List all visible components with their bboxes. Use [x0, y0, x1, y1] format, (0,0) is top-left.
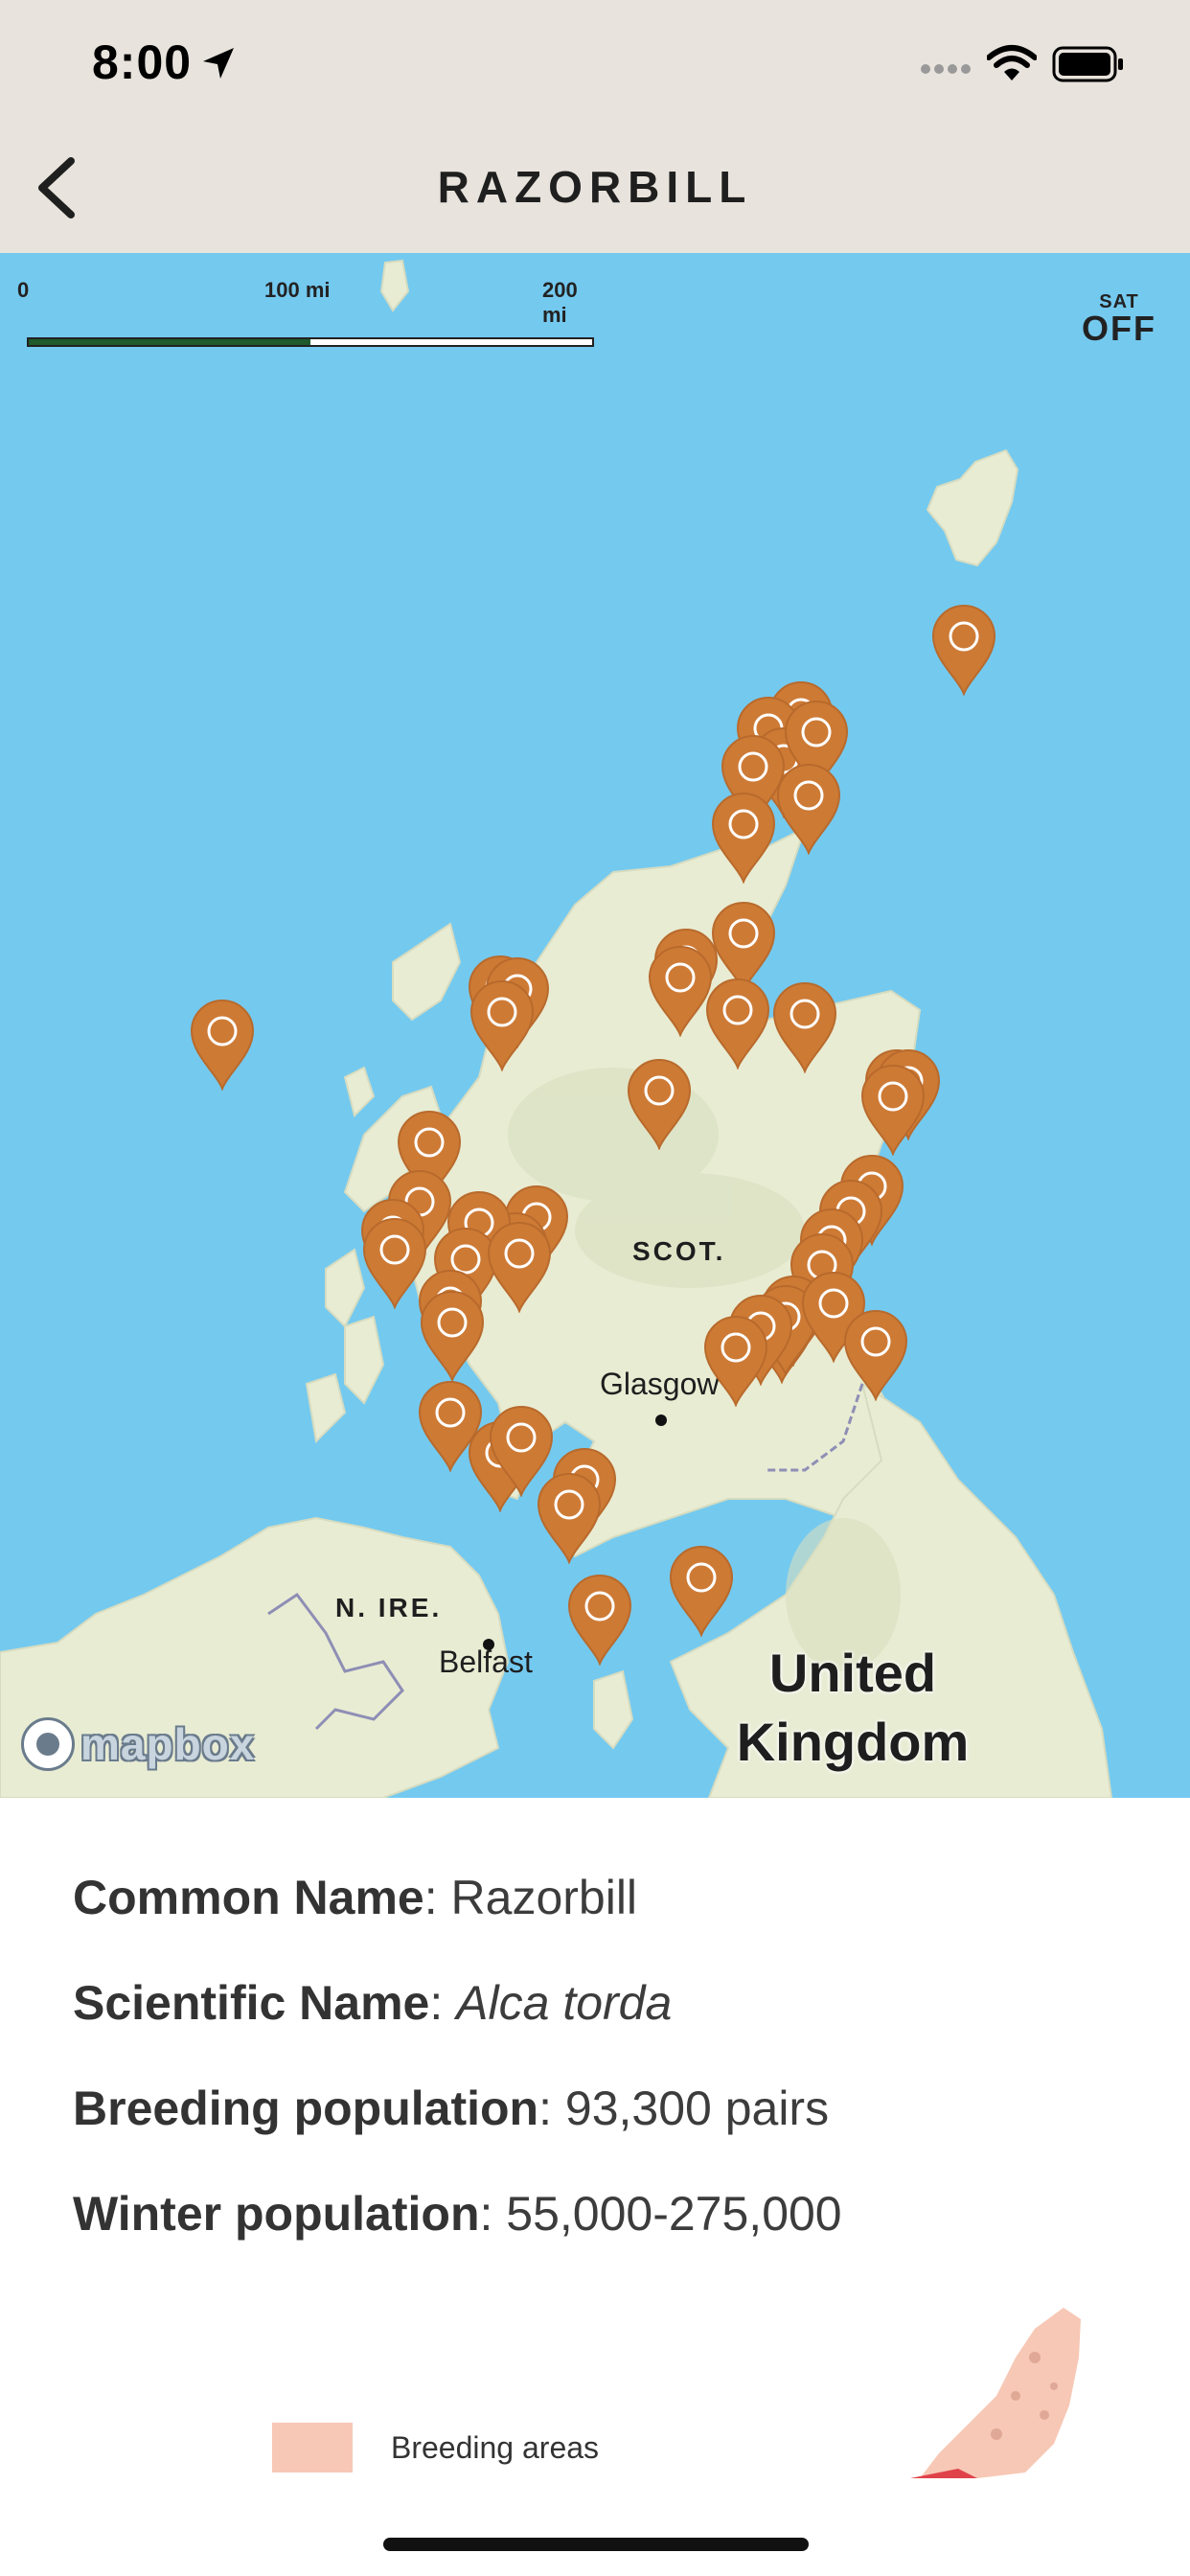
- status-time: 8:00: [92, 35, 193, 89]
- colony-pin-icon[interactable]: [667, 1545, 736, 1637]
- location-arrow-icon: [203, 48, 234, 79]
- colony-pin-icon[interactable]: [774, 763, 843, 855]
- winter-population-row: Winter population: 55,000-275,000: [73, 2187, 842, 2241]
- map-label-northern-ireland: N. IRE.: [335, 1593, 443, 1622]
- scale-label-0: 0: [17, 278, 30, 302]
- colony-pin-icon[interactable]: [770, 981, 839, 1073]
- battery-icon: [1052, 46, 1123, 82]
- colony-pin-icon[interactable]: [535, 1472, 604, 1564]
- mapbox-logo-text: mapbox: [80, 1719, 256, 1769]
- scientific-name-value: Alca torda: [456, 1976, 673, 2030]
- colony-pin-icon[interactable]: [188, 999, 257, 1091]
- winter-population-value: 55,000-275,000: [506, 2187, 842, 2241]
- mapbox-logo-icon: [21, 1717, 75, 1771]
- map-label-scotland: SCOT.: [632, 1236, 726, 1266]
- scale-bar: [27, 337, 594, 347]
- glasgow-dot: [655, 1414, 667, 1426]
- belfast-dot: [483, 1639, 494, 1650]
- colony-pin-icon[interactable]: [703, 978, 772, 1070]
- colony-pin-icon[interactable]: [929, 604, 998, 696]
- page-title: RAZORBILL: [437, 162, 753, 212]
- colony-pin-icon[interactable]: [858, 1064, 927, 1156]
- mapbox-attribution[interactable]: mapbox: [21, 1714, 255, 1775]
- scale-label-200: 200 mi: [542, 278, 578, 327]
- satellite-toggle-state: OFF: [1082, 309, 1156, 348]
- scientific-name-row: Scientific Name: Alca torda: [73, 1976, 673, 2030]
- colony-pin-icon[interactable]: [701, 1315, 770, 1407]
- scientific-name-label: Scientific Name: [73, 1976, 430, 2030]
- winter-population-label: Winter population: [73, 2187, 480, 2241]
- scale-label-100: 100 mi: [264, 278, 331, 302]
- distribution-mini-map: [910, 2308, 1081, 2478]
- map-scale-bar: 0 100 mi 200 mi: [17, 278, 594, 355]
- cellular-signal-icon: [921, 64, 971, 74]
- wifi-icon: [987, 45, 1037, 80]
- colony-pin-icon[interactable]: [485, 1221, 554, 1313]
- map-label-united-kingdom: United Kingdom: [736, 1643, 970, 1772]
- common-name-row: Common Name: Razorbill: [73, 1871, 638, 1924]
- common-name-value: Razorbill: [450, 1871, 638, 1924]
- colony-pin-icon[interactable]: [360, 1217, 429, 1309]
- species-info: Common Name: Razorbill Scientific Name: …: [73, 1869, 1127, 2290]
- colony-pin-icon[interactable]: [468, 979, 537, 1071]
- map-land: [0, 259, 1113, 1798]
- colony-pin-icon[interactable]: [841, 1309, 910, 1401]
- breeding-population-value: 93,300 pairs: [564, 2082, 830, 2135]
- top-bar: 8:00 RAZORBILL: [0, 0, 1190, 253]
- satellite-toggle[interactable]: SAT OFF: [1081, 291, 1157, 348]
- map-view[interactable]: 0 100 mi 200 mi SAT OFF SCOT. N. IRE. Gl…: [0, 253, 1190, 1798]
- breeding-population-row: Breeding population: 93,300 pairs: [73, 2082, 830, 2135]
- legend-breeding-label: Breeding areas: [391, 2430, 600, 2465]
- colony-pin-icon[interactable]: [709, 792, 778, 884]
- colony-pin-icon[interactable]: [565, 1574, 634, 1666]
- colony-pin-icon[interactable]: [625, 1058, 694, 1150]
- home-indicator: [383, 2538, 809, 2551]
- legend-breeding-swatch: [272, 2423, 353, 2472]
- breeding-population-label: Breeding population: [73, 2082, 539, 2135]
- common-name-label: Common Name: [73, 1871, 424, 1924]
